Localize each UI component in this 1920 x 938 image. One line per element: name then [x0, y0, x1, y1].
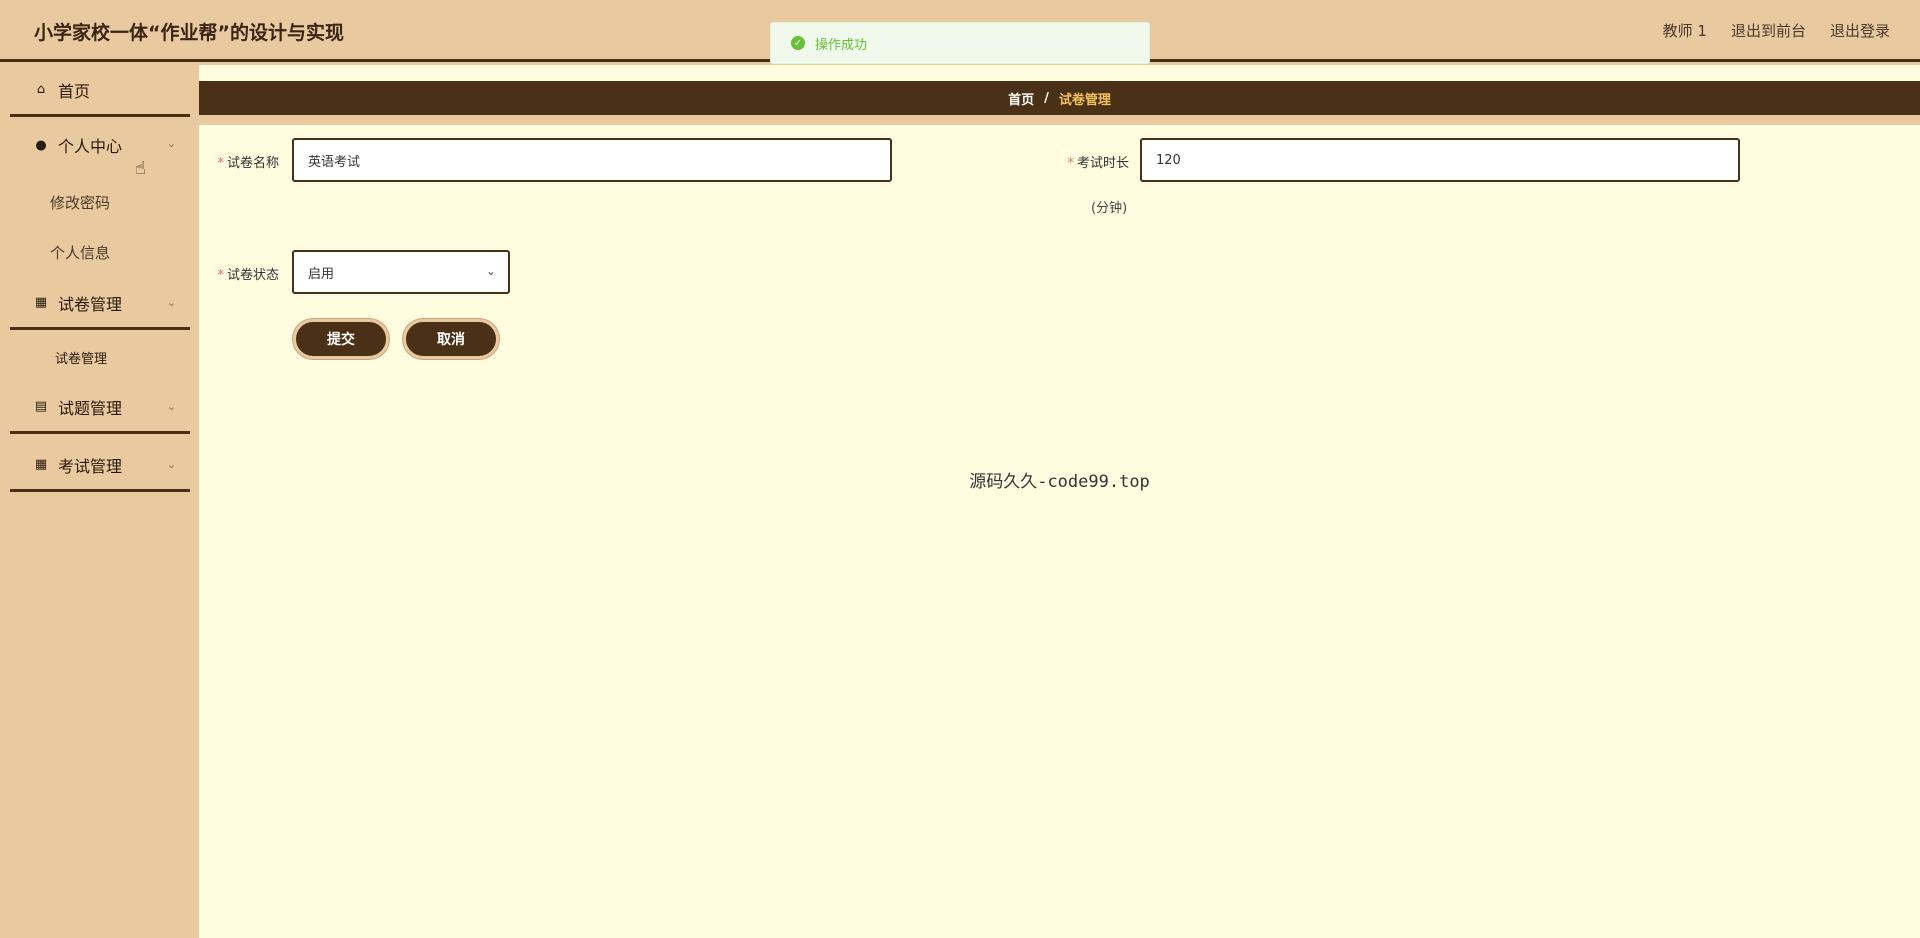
sidebar-subitem-change-password[interactable]: 修改密码 — [50, 192, 110, 213]
chevron-down-icon: ⌄ — [166, 137, 176, 150]
user-icon: ● — [35, 137, 47, 153]
sidebar-item-label: 首页 — [58, 81, 91, 101]
cancel-button[interactable]: 取消 — [403, 319, 499, 359]
paper-status-select[interactable]: 启用 ⌄ — [292, 250, 510, 294]
current-user[interactable]: 教师 1 — [1663, 20, 1707, 41]
home-icon: ⌂ — [36, 82, 46, 97]
exam-duration-label: * 考试时长 — [1067, 156, 1129, 171]
success-toast: ✓ 操作成功 — [770, 22, 1150, 64]
header-actions: 教师 1 退出到前台 退出登录 — [1663, 20, 1890, 41]
sidebar-item-label: 试题管理 — [58, 398, 123, 418]
breadcrumb-separator: / — [1044, 90, 1049, 106]
source-note: 源码久久-code99.top — [969, 472, 1150, 492]
sidebar-item-personal-center[interactable]: ● 个人中心 ⌄ — [10, 119, 190, 171]
sidebar-item-question-management[interactable]: ▤ 试题管理 ⌄ — [10, 382, 190, 434]
sidebar-item-label: 试卷管理 — [58, 294, 123, 314]
chevron-down-icon: ⌄ — [485, 264, 496, 278]
chevron-down-icon: ⌄ — [166, 458, 176, 471]
back-to-front-link[interactable]: 退出到前台 — [1731, 20, 1806, 41]
sidebar-item-exam-management[interactable]: ▦ 考试管理 ⌄ — [10, 440, 190, 492]
app-title: 小学家校一体“作业帮”的设计与实现 — [34, 22, 344, 44]
sidebar-item-home[interactable]: ⌂ 首页 — [10, 65, 190, 117]
grid-icon: ▦ — [34, 457, 48, 472]
clipboard-icon: ▤ — [34, 399, 48, 414]
paper-name-input[interactable] — [292, 138, 892, 182]
selected-status: 启用 — [308, 266, 335, 282]
hand-cursor-icon: ☝ — [135, 158, 146, 179]
duration-unit-label: (分钟) — [1091, 201, 1128, 216]
chevron-down-icon: ⌄ — [166, 400, 176, 413]
logout-link[interactable]: 退出登录 — [1830, 20, 1890, 41]
toast-message: 操作成功 — [815, 37, 868, 53]
sidebar-subitem-paper-management[interactable]: 试卷管理 — [55, 348, 107, 367]
paper-status-label: * 试卷状态 — [217, 268, 279, 283]
breadcrumb-home[interactable]: 首页 — [1008, 89, 1034, 108]
grid-icon: ▦ — [34, 295, 48, 310]
chevron-down-icon: ⌄ — [166, 296, 176, 309]
sidebar-item-paper-management[interactable]: ▦ 试卷管理 ⌄ — [10, 278, 190, 330]
breadcrumb-current: 试卷管理 — [1058, 92, 1111, 108]
paper-name-label: * 试卷名称 — [217, 156, 279, 171]
main-content: 首页 / 试卷管理 *试卷名称 *考试时长 (分钟) *试卷状态 启用 ⌄ 提交… — [199, 65, 1920, 938]
sidebar-item-label: 个人中心 — [58, 137, 123, 156]
breadcrumb-underlay — [199, 115, 1920, 125]
sidebar: ⌂ 首页 ● 个人中心 ⌄ 修改密码 个人信息 ▦ 试卷管理 ⌄ 试卷管理 ▤ … — [0, 65, 199, 938]
check-circle-icon: ✓ — [791, 36, 805, 50]
exam-duration-input[interactable] — [1140, 138, 1740, 182]
sidebar-subitem-personal-info[interactable]: 个人信息 — [50, 242, 110, 263]
breadcrumb: 首页 / 试卷管理 — [199, 81, 1920, 115]
submit-button[interactable]: 提交 — [293, 319, 389, 359]
sidebar-item-label: 考试管理 — [58, 456, 123, 476]
